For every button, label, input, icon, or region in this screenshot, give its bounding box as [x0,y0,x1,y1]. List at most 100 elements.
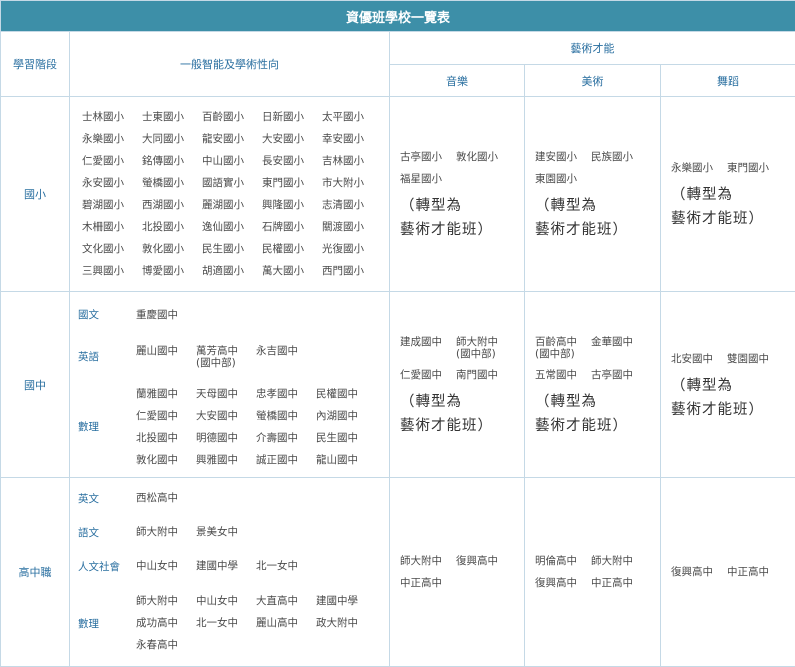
school-name: 永樂國小 [82,128,142,150]
school-name: 螢橋國小 [142,172,202,194]
school-name: 北投國小 [142,216,202,238]
school-name: 螢橋國中 [256,405,316,427]
school-row: 永樂國小大同國小龍安國小大安國小幸安國小 [82,128,389,150]
school-name: 敦化國小 [456,146,512,168]
elementary-fine-arts-list: 建安國小民族國小東園國小 [535,146,650,190]
school-row: 仁愛國小銘傳國小中山國小長安國小吉林國小 [82,150,389,172]
school-name: 政大附中 [316,612,376,634]
school-name: 西門國小 [322,260,382,282]
elementary-music-cell: 古亭國小敦化國小福星國小 （轉型為藝術才能班） [390,97,525,292]
school-name: 忠孝國中 [256,383,316,405]
elementary-general-cell: 士林國小士東國小百齡國小日新國小太平國小永樂國小大同國小龍安國小大安國小幸安國小… [70,97,390,292]
school-name: 中正高中 [591,572,647,594]
subject-row: 英語麗山國中萬芳高中 (國中部)永吉國中 [70,335,389,379]
school-name: 景美女中 [196,521,256,543]
school-name: 民生國小 [202,238,262,260]
school-name: 民族國小 [591,146,647,168]
school-name: 萬大國小 [262,260,322,282]
school-name: 雙園國中 [727,348,783,370]
school-name: 碧湖國小 [82,194,142,216]
senior-music-cell: 師大附中復興高中中正高中 [390,478,525,667]
school-row: 文化國小敦化國小民生國小民權國小光復國小 [82,238,389,260]
school-name: 興雅國中 [196,449,256,471]
school-name: 成功高中 [136,612,196,634]
senior-general-cell: 英文西松高中語文師大附中景美女中人文社會中山女中建國中學北一女中數理師大附中中山… [70,478,390,667]
subject-schools: 師大附中景美女中 [136,515,389,549]
junior-fine-arts-list: 百齡高中 (國中部)金華國中五常國中古亭國中 [535,331,650,386]
school-name: 復興高中 [535,572,591,594]
school-name: 士東國小 [142,106,202,128]
subject-schools: 蘭雅國中天母國中忠孝國中民權國中仁愛國中大安國中螢橋國中內湖國中北投國中明德國中… [136,379,389,475]
junior-fine-arts-note: （轉型為藝術才能班） [535,390,650,438]
school-name: 逸仙國小 [202,216,262,238]
school-name: 金華國中 [591,331,647,364]
school-name: 永安國小 [82,172,142,194]
header-stage: 學習階段 [1,32,70,97]
junior-general-cell: 國文重慶國中英語麗山國中萬芳高中 (國中部)永吉國中數理蘭雅國中天母國中忠孝國中… [70,292,390,478]
school-name: 胡適國小 [202,260,262,282]
school-name: 博愛國小 [142,260,202,282]
header-arts: 藝術才能 [390,32,795,65]
school-name: 重慶國中 [136,304,196,326]
junior-music-note: （轉型為藝術才能班） [400,390,514,438]
school-name: 興隆國小 [262,194,322,216]
school-name: 介壽國中 [256,427,316,449]
elementary-music-note: （轉型為藝術才能班） [400,194,514,242]
school-name: 仁愛國小 [82,150,142,172]
senior-dance-list: 復興高中中正高中 [671,561,785,583]
school-name: 仁愛國中 [136,405,196,427]
school-row: 永安國小螢橋國小國語實小東門國小市大附小 [82,172,389,194]
subject-name: 數理 [70,583,136,663]
table-title: 資優班學校一覽表 [1,1,795,32]
school-name: 萬芳高中 (國中部) [196,340,256,373]
school-name: 復興高中 [671,561,727,583]
school-name: 東園國小 [535,168,591,190]
school-name: 中正高中 [727,561,783,583]
school-name: 中山女中 [136,555,196,577]
school-name: 內湖國中 [316,405,376,427]
subject-row: 英文西松高中 [70,481,389,515]
gifted-schools-table: 資優班學校一覽表 學習階段 一般智能及學術性向 藝術才能 音樂 美術 舞蹈 國小… [0,0,795,667]
school-name: 西湖國小 [142,194,202,216]
school-name: 龍山國中 [316,449,376,471]
subject-name: 國文 [70,295,136,335]
school-row: 士林國小士東國小百齡國小日新國小太平國小 [82,106,389,128]
school-name: 天母國中 [196,383,256,405]
school-name: 民權國中 [316,383,376,405]
school-name: 百齡國小 [202,106,262,128]
school-name: 關渡國小 [322,216,382,238]
school-name: 明德國中 [196,427,256,449]
stage-junior: 國中 [1,292,70,478]
school-row: 碧湖國小西湖國小麗湖國小興隆國小志清國小 [82,194,389,216]
school-name: 永吉國中 [256,340,316,373]
subject-row: 國文重慶國中 [70,295,389,335]
school-name: 敦化國小 [142,238,202,260]
school-name: 南門國中 [456,364,512,386]
school-name: 古亭國小 [400,146,456,168]
header-dance: 舞蹈 [661,65,795,97]
school-name: 銘傳國小 [142,150,202,172]
school-name: 東門國小 [262,172,322,194]
elementary-fine-arts-note: （轉型為藝術才能班） [535,194,650,242]
header-fine-arts: 美術 [525,65,661,97]
school-name: 五常國中 [535,364,591,386]
school-name: 大安國中 [196,405,256,427]
subject-schools: 師大附中中山女中大直高中建國中學成功高中北一女中麗山高中政大附中永春高中 [136,583,389,663]
school-name: 東門國小 [727,157,783,179]
school-name: 福星國小 [400,168,456,190]
school-name: 北安國中 [671,348,727,370]
school-name: 木柵國小 [82,216,142,238]
school-name: 永春高中 [136,634,196,656]
school-row: 三興國小博愛國小胡適國小萬大國小西門國小 [82,260,389,282]
school-name: 明倫高中 [535,550,591,572]
school-name: 西松高中 [136,487,196,509]
school-name: 敦化國中 [136,449,196,471]
school-name: 光復國小 [322,238,382,260]
school-name: 建安國小 [535,146,591,168]
school-name: 麗山國中 [136,340,196,373]
elementary-dance-list: 永樂國小東門國小 [671,157,785,179]
school-name: 蘭雅國中 [136,383,196,405]
school-name: 北一女中 [196,612,256,634]
school-name: 誠正國中 [256,449,316,471]
elementary-fine-arts-cell: 建安國小民族國小東園國小 （轉型為藝術才能班） [525,97,661,292]
